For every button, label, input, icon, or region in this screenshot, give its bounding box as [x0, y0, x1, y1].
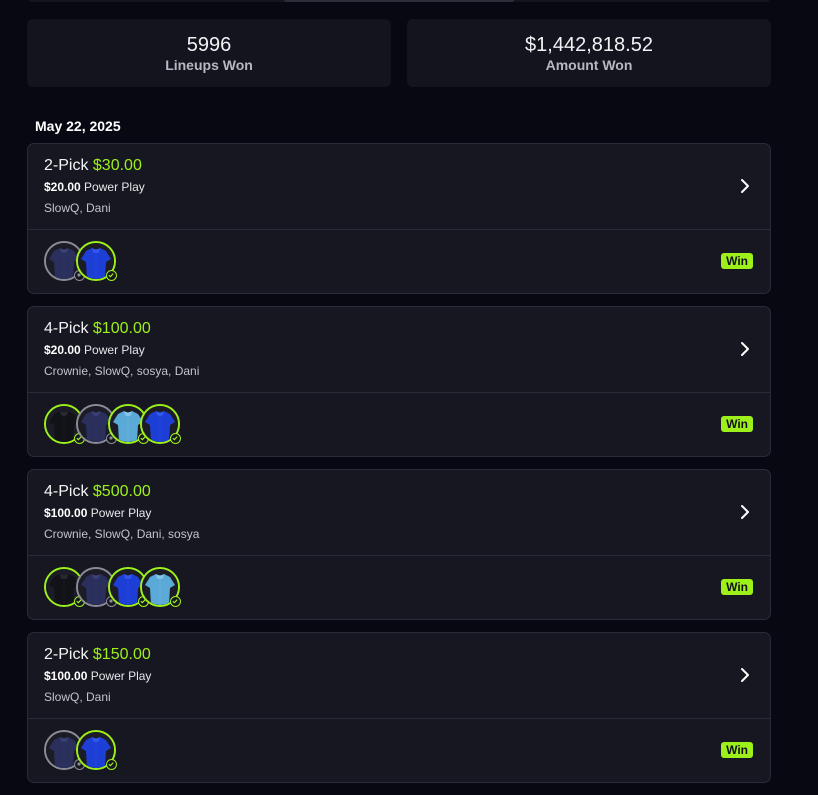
result-badge: Win: [721, 416, 753, 432]
pick-count: 2-Pick: [44, 157, 89, 174]
player-names: Crownie, SlowQ, Dani, sosya: [44, 527, 200, 541]
lineups-won-stat: 5996 Lineups Won: [27, 19, 391, 87]
amount-won-stat: $1,442,818.52 Amount Won: [407, 19, 771, 87]
chevron-right-icon[interactable]: [738, 341, 752, 357]
play-mode: Power Play: [90, 669, 152, 683]
payout-amount: $500.00: [92, 483, 151, 500]
lineups-won-label: Lineups Won: [165, 56, 253, 73]
card-divider: [28, 229, 770, 230]
payout-amount: $100.00: [92, 320, 151, 337]
amount-won-label: Amount Won: [545, 56, 633, 73]
check-icon: [170, 433, 181, 444]
pick-count: 4-Pick: [44, 320, 89, 337]
pick-title: 4-Pick $100.00: [44, 319, 151, 339]
card-divider: [28, 392, 770, 393]
payout-amount: $30.00: [92, 157, 142, 174]
entry-info: $100.00 Power Play: [44, 669, 151, 684]
lineups-won-value: 5996: [186, 33, 232, 56]
pick-title: 2-Pick $30.00: [44, 156, 142, 176]
date-heading: May 22, 2025: [35, 118, 121, 134]
scroll-handle[interactable]: [283, 0, 515, 2]
pick-title: 2-Pick $150.00: [44, 645, 151, 665]
card-divider: [28, 555, 770, 556]
payout-amount: $150.00: [92, 646, 151, 663]
entry-amount: $100.00: [44, 669, 88, 683]
check-icon: [106, 270, 117, 281]
entry-info: $20.00 Power Play: [44, 180, 145, 195]
player-names: SlowQ, Dani: [44, 690, 111, 704]
entry-amount: $20.00: [44, 343, 81, 357]
result-badge: Win: [721, 579, 753, 595]
lineup-card-header[interactable]: 4-Pick $500.00 $100.00 Power Play Crowni…: [28, 470, 770, 555]
amount-won-value: $1,442,818.52: [525, 33, 653, 56]
entry-info: $20.00 Power Play: [44, 343, 145, 358]
entry-info: $100.00 Power Play: [44, 506, 151, 521]
chevron-right-icon[interactable]: [738, 504, 752, 520]
lineup-card[interactable]: 2-Pick $150.00 $100.00 Power Play SlowQ,…: [27, 632, 771, 783]
pick-title: 4-Pick $500.00: [44, 482, 151, 502]
pick-count: 2-Pick: [44, 646, 89, 663]
lineup-card[interactable]: 2-Pick $30.00 $20.00 Power Play SlowQ, D…: [27, 143, 771, 294]
stats-row: 5996 Lineups Won $1,442,818.52 Amount Wo…: [27, 19, 771, 87]
chevron-right-icon[interactable]: [738, 667, 752, 683]
play-mode: Power Play: [90, 506, 152, 520]
pick-count: 4-Pick: [44, 483, 89, 500]
player-names: SlowQ, Dani: [44, 201, 111, 215]
check-icon: [106, 759, 117, 770]
card-divider: [28, 718, 770, 719]
check-icon: [170, 596, 181, 607]
play-mode: Power Play: [84, 343, 145, 357]
entry-amount: $100.00: [44, 506, 88, 520]
lineup-card-header[interactable]: 2-Pick $150.00 $100.00 Power Play SlowQ,…: [28, 633, 770, 718]
lineup-card[interactable]: 4-Pick $500.00 $100.00 Power Play Crowni…: [27, 469, 771, 620]
lineup-card-header[interactable]: 4-Pick $100.00 $20.00 Power Play Crownie…: [28, 307, 770, 392]
result-badge: Win: [721, 253, 753, 269]
lineup-card-header[interactable]: 2-Pick $30.00 $20.00 Power Play SlowQ, D…: [28, 144, 770, 229]
player-names: Crownie, SlowQ, sosya, Dani: [44, 364, 200, 378]
chevron-right-icon[interactable]: [738, 178, 752, 194]
lineup-card[interactable]: 4-Pick $100.00 $20.00 Power Play Crownie…: [27, 306, 771, 457]
result-badge: Win: [721, 742, 753, 758]
play-mode: Power Play: [84, 180, 145, 194]
entry-amount: $20.00: [44, 180, 81, 194]
